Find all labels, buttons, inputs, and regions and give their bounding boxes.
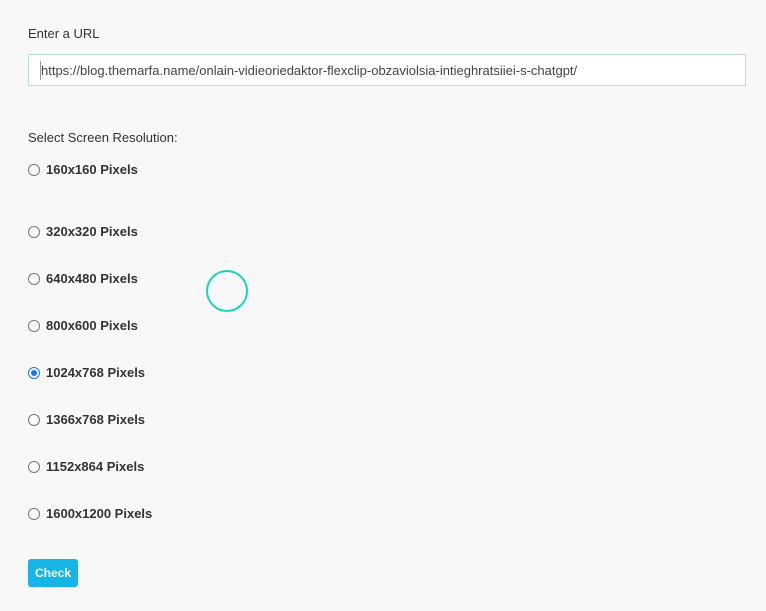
radio-button[interactable] [28,507,40,520]
resolution-option-1152x864[interactable]: 1152x864 Pixels [28,459,144,474]
resolution-option-label: 320x320 Pixels [46,224,138,239]
resolution-label: Select Screen Resolution: [28,130,178,145]
radio-button[interactable] [28,225,40,238]
url-input[interactable] [28,54,746,86]
resolution-option-label: 160x160 Pixels [46,162,138,177]
resolution-option-label: 1366x768 Pixels [46,412,146,427]
resolution-option-1600x1200[interactable]: 1600x1200 Pixels [28,506,152,521]
radio-button[interactable] [28,272,40,285]
resolution-option-1024x768[interactable]: 1024x768 Pixels [28,365,145,380]
resolution-option-320x320[interactable]: 320x320 Pixels [28,224,138,239]
text-caret [40,61,41,80]
resolution-option-800x600[interactable]: 800x600 Pixels [28,318,138,333]
page: Enter a URL Select Screen Resolution: 16… [0,0,766,611]
check-button[interactable]: Check [28,559,78,587]
resolution-option-160x160[interactable]: 160x160 Pixels [28,162,138,177]
radio-button[interactable] [28,413,40,426]
url-label: Enter a URL [28,26,100,41]
radio-button[interactable] [28,460,40,473]
resolution-option-label: 1600x1200 Pixels [46,506,153,521]
resolution-option-label: 1152x864 Pixels [46,459,145,474]
radio-button[interactable] [28,319,40,332]
cursor-ring-icon [206,270,248,312]
radio-button[interactable] [28,163,40,176]
resolution-option-label: 1024x768 Pixels [46,365,146,380]
resolution-option-label: 800x600 Pixels [46,318,138,333]
resolution-option-640x480[interactable]: 640x480 Pixels [28,271,138,286]
resolution-option-label: 640x480 Pixels [46,271,138,286]
resolution-option-1366x768[interactable]: 1366x768 Pixels [28,412,145,427]
radio-button-selected[interactable] [28,366,40,379]
